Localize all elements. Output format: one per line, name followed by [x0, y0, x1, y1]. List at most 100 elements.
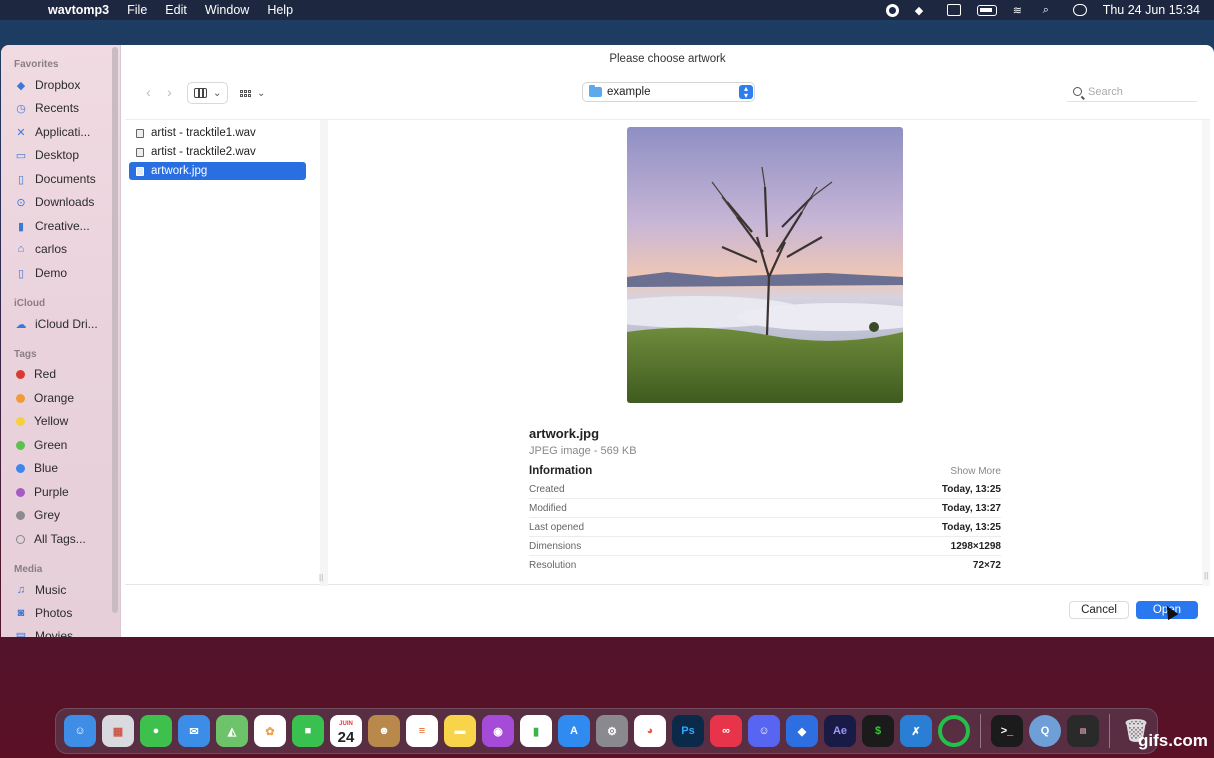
sidebar-tag-red[interactable]: Red [14, 366, 56, 382]
finder-icon[interactable]: ☺ [64, 715, 96, 747]
file-row-artwork[interactable]: artwork.jpg [129, 162, 306, 180]
dropbox-icon[interactable]: ◆ [786, 715, 818, 747]
facetime-icon[interactable]: ■ [292, 715, 324, 747]
podcasts-icon[interactable]: ◉ [482, 715, 514, 747]
terminal-icon[interactable]: $ [862, 715, 894, 747]
sidebar-item-photos[interactable]: ◙ Photos [14, 605, 73, 621]
info-row-resolution: Resolution 72×72 [529, 556, 1001, 575]
yellow-tag-dot [16, 416, 25, 426]
app-store-icon[interactable]: A [558, 715, 590, 747]
cancel-button[interactable]: Cancel [1069, 601, 1129, 619]
contacts-icon[interactable]: ☻ [368, 715, 400, 747]
file-row-tracktile1[interactable]: artist - tracktile1.wav [129, 124, 306, 142]
info-value: Today, 13:25 [941, 483, 1001, 495]
sidebar-item-music[interactable]: ♫ Music [14, 582, 66, 598]
vscode-icon[interactable]: ✗ [900, 715, 932, 747]
sidebar-tag-green[interactable]: Green [14, 437, 67, 453]
search-icon [1073, 87, 1082, 96]
column-resize-handle[interactable]: || [319, 573, 323, 582]
system-preferences-icon[interactable]: ⚙ [596, 715, 628, 747]
sidebar-item-creative[interactable]: ▮ Creative... [14, 218, 90, 234]
messages-icon[interactable]: ● [140, 715, 172, 747]
preview-resize-handle[interactable]: || [1204, 571, 1208, 580]
popup-stepper-icon: ▴ ▾ [739, 85, 753, 100]
column-view-button[interactable]: ⌄ [187, 82, 229, 104]
menu-file[interactable]: File [127, 3, 147, 17]
numbers-icon[interactable]: ▮ [520, 715, 552, 747]
file-name: artist - tracktile2.wav [151, 146, 256, 158]
sidebar-scrollbar[interactable] [112, 47, 118, 613]
orange-tag-dot [16, 393, 25, 403]
calendar-icon[interactable]: JUIN 24 [330, 715, 362, 747]
group-view-button[interactable]: ⌄ [233, 82, 272, 104]
battery-icon[interactable] [976, 4, 997, 16]
notes-icon[interactable]: ▬ [444, 715, 476, 747]
sidebar-tag-yellow[interactable]: Yellow [14, 413, 68, 429]
record-icon[interactable] [885, 3, 899, 17]
sidebar-item-movies[interactable]: ▤ Movies [14, 628, 73, 637]
sidebar-item-recents[interactable]: ◷ Recents [14, 100, 79, 116]
sidebar-item-documents[interactable]: ▯ Documents [14, 171, 96, 187]
column-scrollbar[interactable] [320, 120, 328, 586]
folder-icon [589, 85, 602, 97]
quicktime-icon[interactable]: Q [1029, 715, 1061, 747]
show-more-link[interactable]: Show More [949, 466, 1001, 477]
sidebar-item-label: Grey [34, 508, 61, 522]
sidebar-header-icloud: iCloud [14, 298, 46, 309]
menu-help[interactable]: Help [267, 3, 293, 17]
sidebar-item-dropbox[interactable]: ◆ Dropbox [14, 77, 81, 93]
app-menu[interactable]: wavtomp3 [48, 3, 109, 17]
file-browser: artist - tracktile1.wav artist - trackti… [125, 119, 1210, 586]
file-row-tracktile2[interactable]: artist - tracktile2.wav [129, 143, 306, 161]
sidebar-item-downloads[interactable]: ⊙ Downloads [14, 194, 94, 210]
sidebar-tag-orange[interactable]: Orange [14, 390, 74, 406]
history-nav: ‹ › [138, 82, 180, 104]
mail-icon[interactable]: ✉ [178, 715, 210, 747]
sidebar-tag-grey[interactable]: Grey [14, 507, 60, 523]
sidebar-all-tags[interactable]: All Tags... [14, 531, 86, 547]
discord-icon[interactable]: ☺ [748, 715, 780, 747]
after-effects-icon[interactable]: Ae [824, 715, 856, 747]
menu-window[interactable]: Window [205, 3, 249, 17]
open-file-dialog: Favorites ◆ Dropbox ◷ Recents ✕ Applicati..… [1, 45, 1214, 637]
search-field[interactable]: Search [1067, 82, 1197, 102]
back-chevron-icon[interactable]: ‹ [138, 82, 159, 104]
sidebar-item-desktop[interactable]: ▭ Desktop [14, 147, 79, 163]
display-icon[interactable] [946, 4, 961, 16]
info-value: 72×72 [972, 560, 1001, 571]
reminders-icon[interactable]: ≡ [406, 715, 438, 747]
control-center-icon[interactable] [1072, 4, 1087, 16]
info-row-created: Created Today, 13:25 [529, 480, 1001, 499]
terminal-icon[interactable]: >_ [991, 715, 1023, 747]
chrome-icon[interactable]: ◕ [634, 715, 666, 747]
forward-chevron-icon[interactable]: › [159, 82, 180, 104]
sidebar-tag-blue[interactable]: Blue [14, 460, 58, 476]
sidebar-item-icloud-drive[interactable]: ☁ iCloud Dri... [14, 316, 98, 332]
sidebar-item-demo[interactable]: ▯ Demo [14, 265, 67, 281]
sidebar-item-applications[interactable]: ✕ Applicati... [14, 124, 90, 140]
preview-scrollbar[interactable] [1202, 120, 1210, 586]
sidebar-item-carlos[interactable]: ⌂ carlos [14, 241, 67, 257]
activity-ring-icon[interactable] [938, 715, 970, 747]
file-preview: artwork.jpg JPEG image - 569 KB Informat… [329, 120, 1199, 586]
launchpad-icon[interactable]: ▦ [102, 715, 134, 747]
dropbox-icon: ◆ [16, 79, 26, 92]
dropbox-status-icon[interactable]: ◆ [915, 4, 931, 17]
wifi-icon[interactable]: ≋ [1013, 4, 1027, 17]
photoshop-icon[interactable]: Ps [672, 715, 704, 747]
info-label: Modified [529, 502, 567, 514]
maps-icon[interactable]: ◭ [216, 715, 248, 747]
document-icon: ▯ [17, 173, 25, 186]
photos-icon[interactable]: ✿ [254, 715, 286, 747]
sidebar-tag-purple[interactable]: Purple [14, 484, 69, 500]
sidebar-item-label: Creative... [35, 219, 90, 233]
photoshop-label: Ps [681, 725, 695, 737]
creative-cloud-icon[interactable]: ∞ [710, 715, 742, 747]
menu-edit[interactable]: Edit [165, 3, 187, 17]
preview-file-kind: JPEG image - 569 KB [529, 445, 637, 457]
download-icon: ⊙ [16, 196, 26, 209]
console-icon[interactable]: ▤ [1067, 715, 1099, 747]
menu-clock[interactable]: Thu 24 Jun 15:34 [1103, 3, 1200, 17]
location-popup[interactable]: example ▴ ▾ [582, 82, 755, 102]
spotlight-icon[interactable]: ⌕ [1043, 4, 1057, 16]
